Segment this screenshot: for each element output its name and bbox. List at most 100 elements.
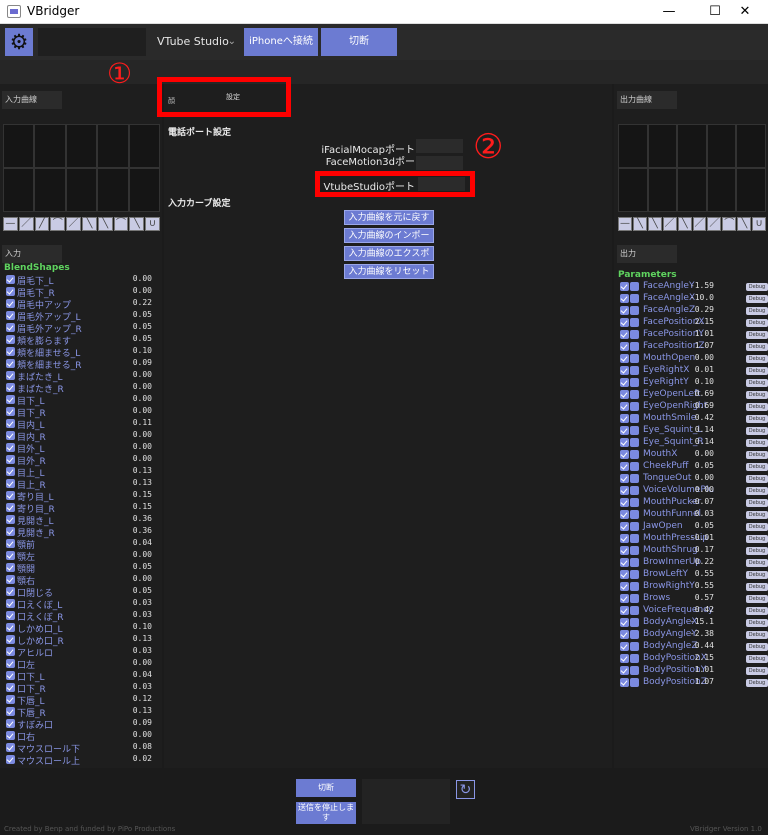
checkbox-icon[interactable]	[6, 587, 15, 596]
list-item[interactable]: FacePositionY 1.01 Debug	[616, 329, 768, 341]
list-item[interactable]: 目外_L 0.00	[2, 442, 156, 455]
list-item[interactable]: FacePositionZ 1.07 Debug	[616, 341, 768, 353]
list-item[interactable]: 下唇_L 0.12	[2, 694, 156, 707]
list-item[interactable]: MouthX 0.00 Debug	[616, 449, 768, 461]
list-item[interactable]: FaceAngleZ 0.29 Debug	[616, 305, 768, 317]
checkbox-icon[interactable]	[620, 318, 629, 327]
debug-button[interactable]: Debug	[746, 607, 768, 615]
debug-button[interactable]: Debug	[746, 379, 768, 387]
checkbox-icon[interactable]	[6, 731, 15, 740]
checkbox-icon[interactable]	[6, 623, 15, 632]
list-item[interactable]: しかめ口_R 0.13	[2, 634, 156, 647]
checkbox-icon[interactable]	[620, 498, 629, 507]
curve-preset-button[interactable]: ／	[66, 217, 81, 231]
checkbox-icon[interactable]	[6, 395, 15, 404]
checkbox-icon[interactable]	[6, 371, 15, 380]
checkbox-icon[interactable]	[6, 443, 15, 452]
list-item[interactable]: EyeRightX 0.01 Debug	[616, 365, 768, 377]
list-item[interactable]: 口えくぼ_R 0.03	[2, 610, 156, 623]
list-item[interactable]: アヒルロ 0.03	[2, 646, 156, 659]
debug-button[interactable]: Debug	[746, 427, 768, 435]
list-item[interactable]: 目内_L 0.11	[2, 418, 156, 431]
list-item[interactable]: 顎前 0.04	[2, 538, 156, 551]
checkbox-icon[interactable]	[620, 642, 629, 651]
list-item[interactable]: MouthPressLip -0.01 Debug	[616, 533, 768, 545]
checkbox-icon[interactable]	[6, 323, 15, 332]
checkbox-icon[interactable]	[6, 515, 15, 524]
checkbox-icon[interactable]	[620, 558, 629, 567]
ifacialmocap-port-input[interactable]	[416, 139, 463, 153]
debug-button[interactable]: Debug	[746, 655, 768, 663]
list-item[interactable]: BodyPositionX 2.15 Debug	[616, 653, 768, 665]
list-item[interactable]: 頬を細ませる_L 0.10	[2, 346, 156, 359]
curve-preset-button[interactable]: ╲	[737, 217, 752, 231]
curve-preset-button[interactable]: ⌒	[113, 217, 129, 231]
checkbox-icon[interactable]	[6, 419, 15, 428]
list-item[interactable]: MouthOpen 0.00 Debug	[616, 353, 768, 365]
checkbox-icon[interactable]	[6, 311, 15, 320]
list-item[interactable]: 顎左 0.00	[2, 550, 156, 563]
list-item[interactable]: 顎開 0.05	[2, 562, 156, 575]
list-item[interactable]: MouthFunnel 0.03 Debug	[616, 509, 768, 521]
list-item[interactable]: Eye_Squint_R 0.14 Debug	[616, 437, 768, 449]
checkbox-icon[interactable]	[620, 546, 629, 555]
debug-button[interactable]: Debug	[746, 535, 768, 543]
list-item[interactable]: マウスロール下 0.08	[2, 742, 156, 755]
debug-button[interactable]: Debug	[746, 499, 768, 507]
checkbox-icon[interactable]	[6, 755, 15, 764]
checkbox-icon[interactable]	[620, 414, 629, 423]
list-item[interactable]: 口えくぼ_L 0.03	[2, 598, 156, 611]
checkbox-icon[interactable]	[620, 426, 629, 435]
checkbox-icon[interactable]	[620, 522, 629, 531]
curve-preset-button[interactable]: ╲	[677, 217, 692, 231]
list-item[interactable]: 見開き_R 0.36	[2, 526, 156, 539]
list-item[interactable]: 顎右 0.00	[2, 574, 156, 587]
checkbox-icon[interactable]	[6, 743, 15, 752]
checkbox-icon[interactable]	[620, 618, 629, 627]
checkbox-icon[interactable]	[6, 491, 15, 500]
debug-button[interactable]: Debug	[746, 643, 768, 651]
debug-button[interactable]: Debug	[746, 415, 768, 423]
list-item[interactable]: CheekPuff 0.05 Debug	[616, 461, 768, 473]
checkbox-icon[interactable]	[620, 678, 629, 687]
debug-button[interactable]: Debug	[746, 559, 768, 567]
debug-button[interactable]: Debug	[746, 295, 768, 303]
checkbox-icon[interactable]	[620, 654, 629, 663]
list-item[interactable]: 寄り目_L 0.15	[2, 490, 156, 503]
list-item[interactable]: 口左 0.00	[2, 658, 156, 671]
curve-preset-button[interactable]: ╲	[632, 217, 647, 231]
curve-preset-button[interactable]: ／	[662, 217, 677, 231]
list-item[interactable]: 眉毛外アップ_L 0.05	[2, 310, 156, 323]
debug-button[interactable]: Debug	[746, 403, 768, 411]
list-item[interactable]: FacePositionX 2.15 Debug	[616, 317, 768, 329]
revert-curve-button[interactable]: 入力曲線を元に戻す	[344, 210, 434, 225]
debug-button[interactable]: Debug	[746, 667, 768, 675]
list-item[interactable]: 口閉じる 0.05	[2, 586, 156, 599]
list-item[interactable]: FaceAngleY -1.59 Debug	[616, 281, 768, 293]
list-item[interactable]: FaceAngleX -10.0 Debug	[616, 293, 768, 305]
debug-button[interactable]: Debug	[746, 475, 768, 483]
debug-button[interactable]: Debug	[746, 631, 768, 639]
facemotion3d-port-input[interactable]	[416, 156, 463, 170]
list-item[interactable]: 目上_L 0.13	[2, 466, 156, 479]
import-curve-button[interactable]: 入力曲線のインポート	[344, 228, 434, 256]
curve-preset-button[interactable]: ╲	[81, 217, 97, 231]
list-item[interactable]: マウスロール上 0.02	[2, 754, 156, 767]
list-item[interactable]: 目下_L 0.00	[2, 394, 156, 407]
debug-button[interactable]: Debug	[746, 583, 768, 591]
checkbox-icon[interactable]	[6, 431, 15, 440]
checkbox-icon[interactable]	[6, 695, 15, 704]
list-item[interactable]: VoiceVolumePlu 0.00 Debug	[616, 485, 768, 497]
close-button[interactable]: ✕	[722, 0, 768, 24]
curve-preset-button[interactable]: ╲	[97, 217, 113, 231]
list-item[interactable]: 目下_R 0.00	[2, 406, 156, 419]
checkbox-icon[interactable]	[6, 299, 15, 308]
debug-button[interactable]: Debug	[746, 511, 768, 519]
list-item[interactable]: 口下_R 0.03	[2, 682, 156, 695]
list-item[interactable]: BodyAngleX -15.1 Debug	[616, 617, 768, 629]
checkbox-icon[interactable]	[620, 390, 629, 399]
checkbox-icon[interactable]	[6, 479, 15, 488]
list-item[interactable]: VoiceFrequency 0.42 Debug	[616, 605, 768, 617]
checkbox-icon[interactable]	[620, 438, 629, 447]
checkbox-icon[interactable]	[620, 510, 629, 519]
